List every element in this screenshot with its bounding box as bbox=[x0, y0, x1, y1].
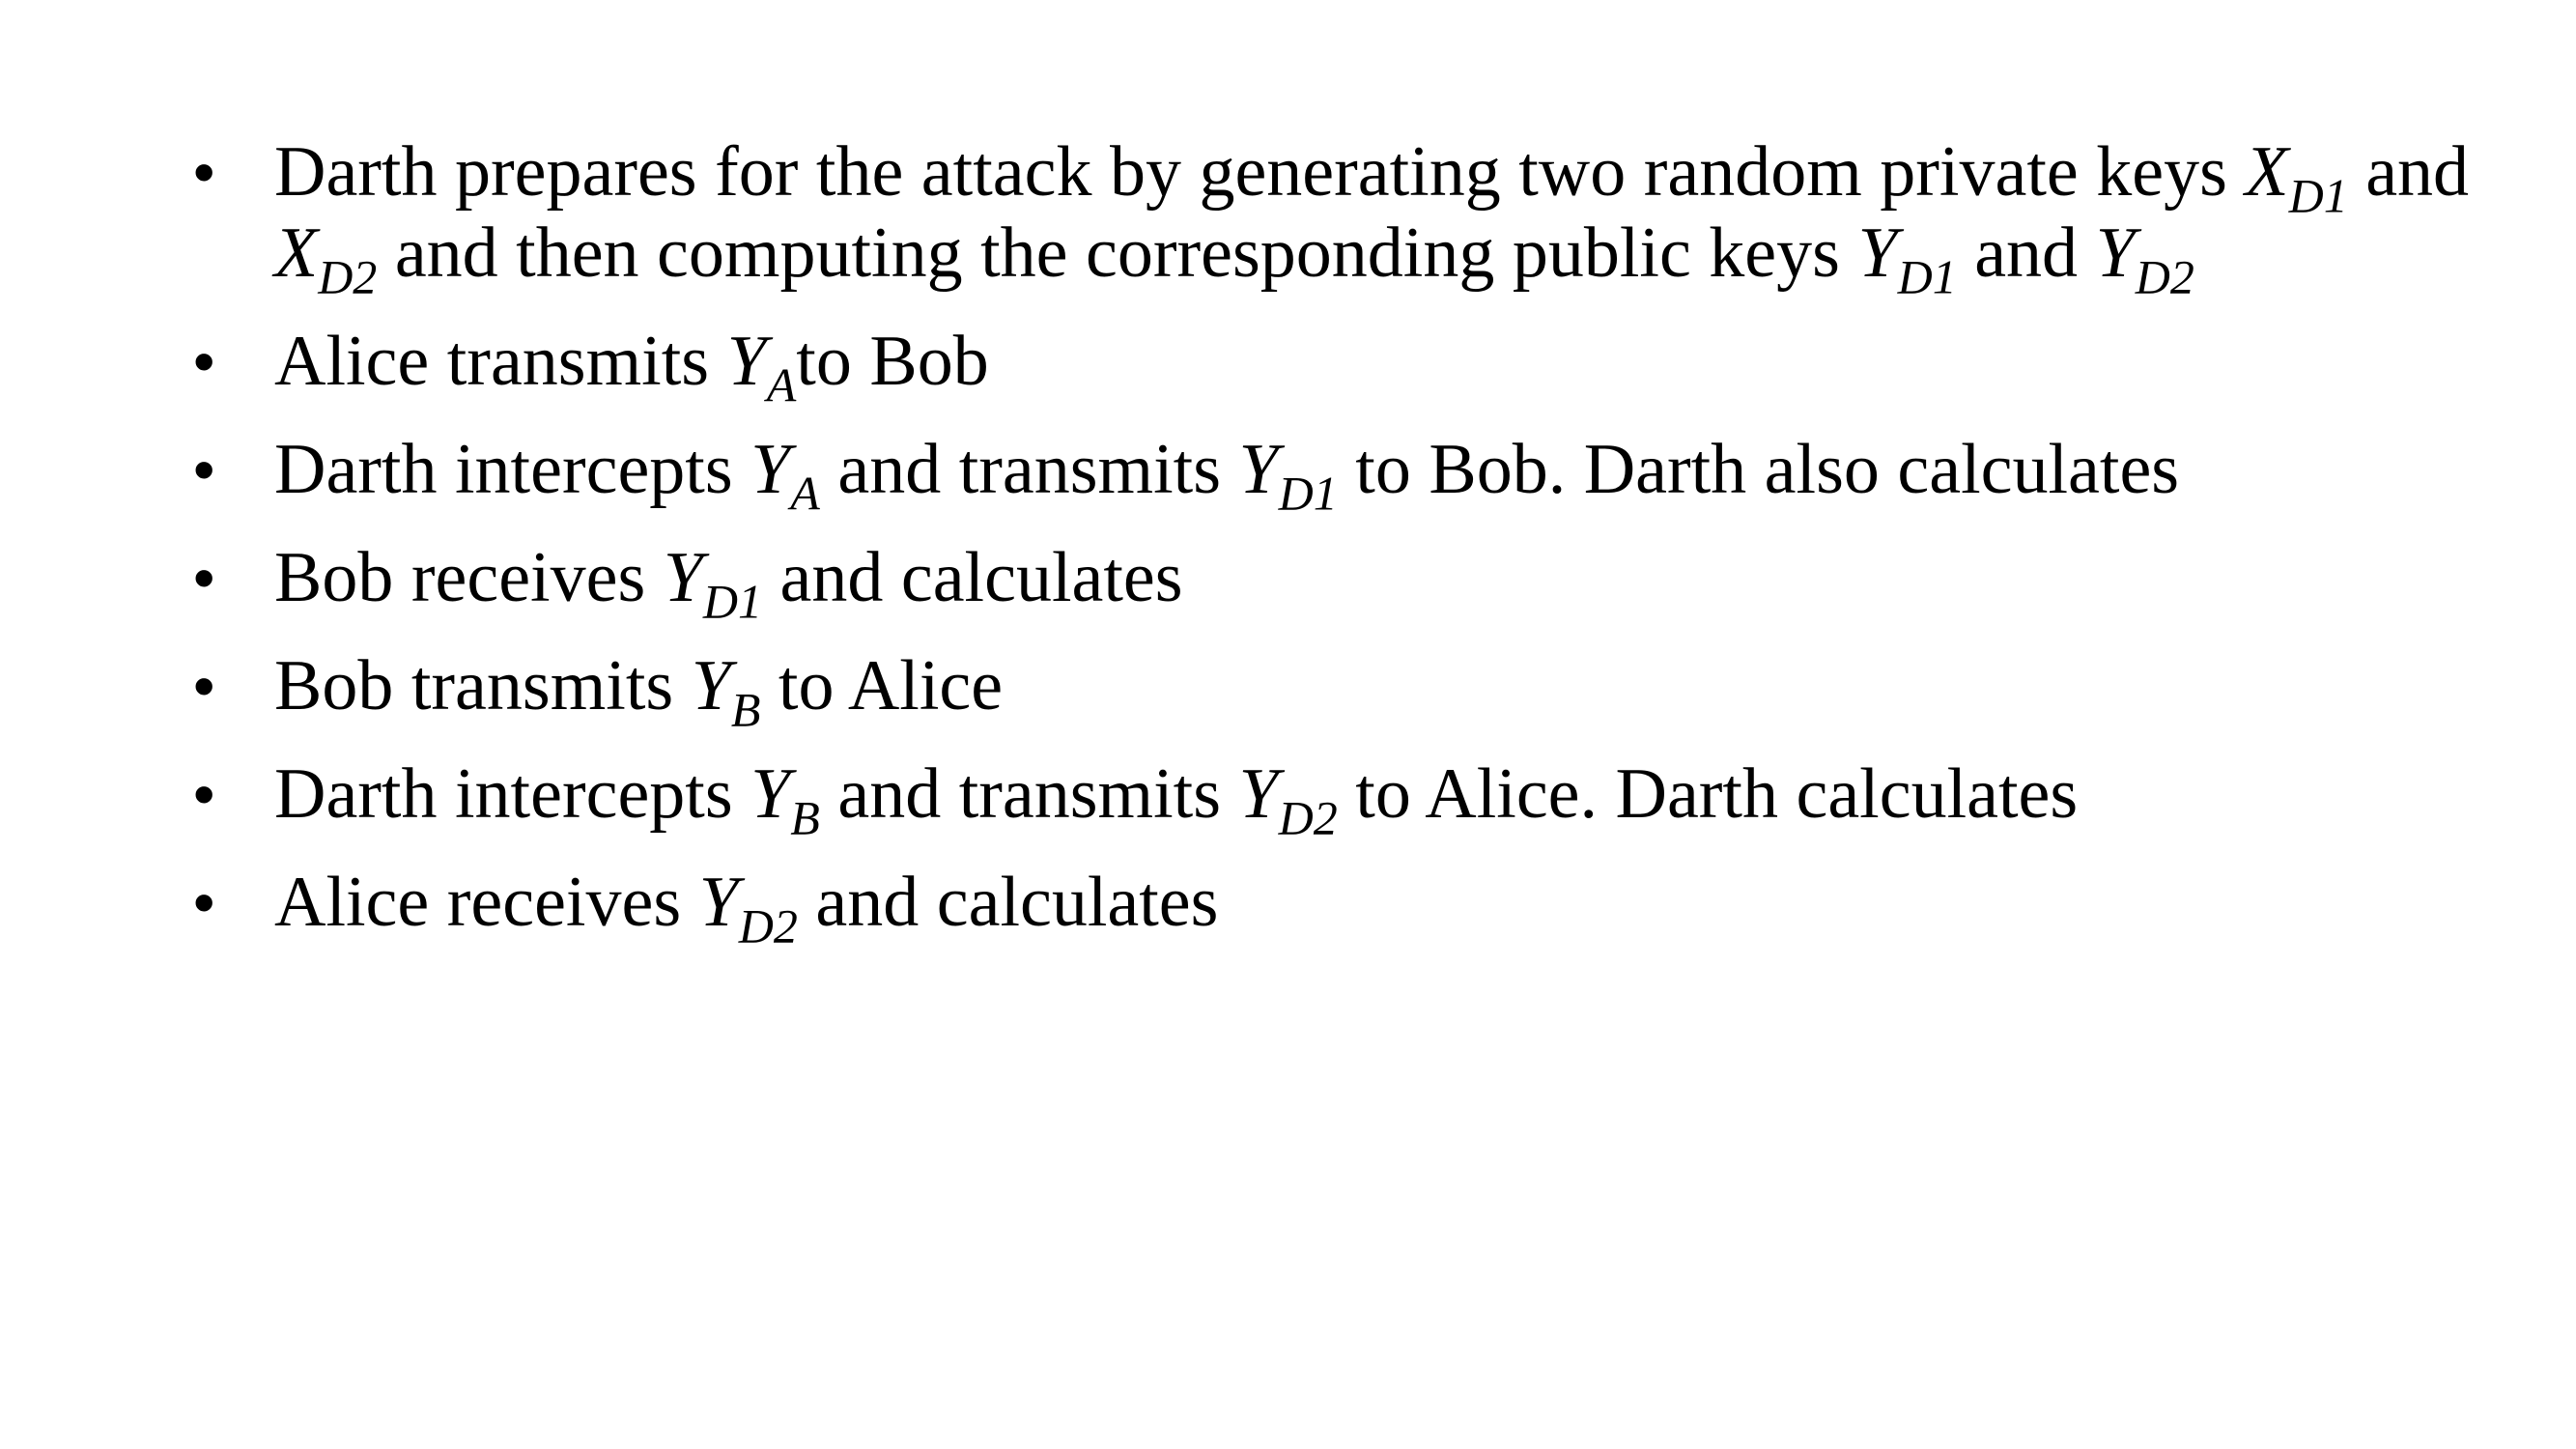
item-text: to Alice bbox=[760, 646, 1004, 725]
math-variable: XD2 bbox=[274, 213, 377, 301]
math-variable: YB bbox=[691, 646, 761, 734]
item-text: and then computing the corresponding pub… bbox=[377, 213, 1858, 293]
list-item: • Darth intercepts YB and transmits YD2 … bbox=[193, 753, 2444, 842]
math-subscript: A bbox=[790, 466, 820, 521]
bullet-icon: • bbox=[193, 759, 215, 829]
math-variable: YD1 bbox=[1238, 430, 1338, 518]
math-subscript: D1 bbox=[1897, 249, 1957, 304]
math-symbol: Y bbox=[663, 538, 703, 617]
list-item: • Bob transmits YB to Alice bbox=[193, 645, 2444, 734]
math-subscript: D1 bbox=[2288, 168, 2348, 223]
math-subscript: D2 bbox=[738, 898, 798, 953]
bullet-icon: • bbox=[193, 543, 215, 612]
bullet-icon: • bbox=[193, 867, 215, 937]
math-symbol: X bbox=[274, 213, 319, 293]
item-text: Alice transmits bbox=[274, 322, 727, 401]
list-item: • Bob receives YD1 and calculates bbox=[193, 537, 2444, 626]
item-text: and calculates bbox=[762, 538, 1183, 617]
math-variable: YD2 bbox=[2095, 213, 2194, 301]
math-symbol: Y bbox=[750, 430, 791, 509]
list-item: • Alice transmits YAto Bob bbox=[193, 321, 2444, 410]
bullet-list: • Darth prepares for the attack by gener… bbox=[193, 131, 2469, 970]
bullet-icon: • bbox=[193, 435, 215, 504]
math-variable: YD1 bbox=[1857, 213, 1956, 301]
list-item: • Darth prepares for the attack by gener… bbox=[193, 131, 2477, 301]
list-item: • Darth intercepts YA and transmits YD1 … bbox=[193, 429, 2444, 518]
math-variable: YA bbox=[726, 322, 797, 410]
item-text: Darth prepares for the attack by generat… bbox=[274, 132, 2246, 212]
item-text: to Bob. Darth also calculates bbox=[1337, 430, 2180, 509]
math-subscript: D2 bbox=[318, 249, 378, 304]
math-variable: YA bbox=[750, 430, 820, 518]
bullet-icon: • bbox=[193, 137, 215, 207]
item-text: Darth intercepts bbox=[274, 430, 751, 509]
item-text: and transmits bbox=[819, 754, 1239, 834]
bullet-icon: • bbox=[193, 327, 215, 396]
item-text: Darth intercepts bbox=[274, 754, 751, 834]
item-text: to Bob bbox=[796, 322, 989, 401]
item-text: to Alice. Darth calculates bbox=[1337, 754, 2079, 834]
math-variable: XD1 bbox=[2245, 132, 2347, 220]
math-subscript: D1 bbox=[1278, 466, 1338, 521]
math-symbol: Y bbox=[691, 646, 731, 725]
slide-canvas: • Darth prepares for the attack by gener… bbox=[0, 0, 2576, 1449]
math-variable: YD2 bbox=[1238, 754, 1338, 842]
math-subscript: D2 bbox=[2135, 249, 2194, 304]
math-subscript: D2 bbox=[1278, 790, 1338, 845]
item-text: and calculates bbox=[797, 863, 1219, 942]
math-symbol: Y bbox=[2095, 213, 2136, 293]
math-symbol: Y bbox=[1238, 430, 1279, 509]
math-symbol: Y bbox=[1238, 754, 1279, 834]
math-subscript: B bbox=[730, 682, 761, 737]
bullet-icon: • bbox=[193, 651, 215, 721]
math-symbol: Y bbox=[1857, 213, 1898, 293]
math-subscript: D1 bbox=[702, 574, 763, 629]
item-text: and transmits bbox=[819, 430, 1239, 509]
math-variable: YB bbox=[750, 754, 820, 842]
item-text: Bob receives bbox=[274, 538, 664, 617]
item-text: Alice receives bbox=[274, 863, 699, 942]
math-symbol: X bbox=[2245, 132, 2289, 212]
math-symbol: Y bbox=[750, 754, 791, 834]
item-text: and bbox=[1956, 213, 2096, 293]
item-text: Bob transmits bbox=[274, 646, 692, 725]
math-variable: YD1 bbox=[663, 538, 762, 626]
math-variable: YD2 bbox=[698, 863, 798, 951]
math-symbol: Y bbox=[698, 863, 739, 942]
math-symbol: Y bbox=[726, 322, 767, 401]
math-subscript: B bbox=[790, 790, 820, 845]
list-item: • Alice receives YD2 and calculates bbox=[193, 862, 2444, 951]
math-subscript: A bbox=[766, 357, 797, 412]
item-text: and bbox=[2347, 132, 2470, 212]
